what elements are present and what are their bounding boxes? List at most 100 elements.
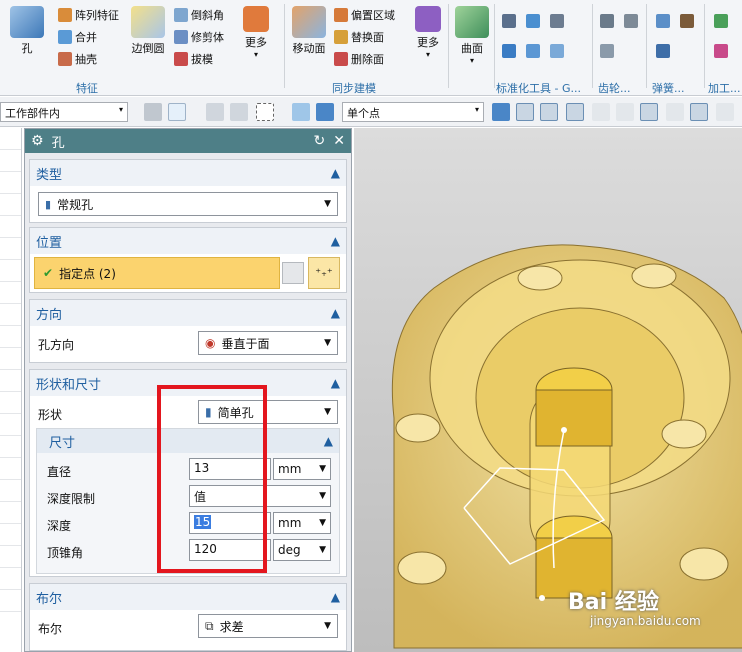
section-header-direction[interactable]: 方向 ▲ bbox=[30, 300, 346, 326]
filter-icon[interactable] bbox=[144, 103, 162, 121]
spring-tool-icon[interactable] bbox=[656, 44, 670, 58]
chevron-up-icon: ▲ bbox=[330, 166, 340, 180]
process-tool-icon[interactable] bbox=[714, 44, 728, 58]
std-tool-icon[interactable] bbox=[550, 44, 564, 58]
section-header-boolean[interactable]: 布尔 ▲ bbox=[30, 584, 346, 610]
chevron-down-icon: ▼ bbox=[324, 621, 331, 631]
chevron-down-icon: ▼ bbox=[319, 491, 326, 501]
chevron-down-icon: ▼ bbox=[319, 518, 326, 528]
arrow-right-icon[interactable] bbox=[492, 103, 510, 121]
point-on-curve-icon[interactable] bbox=[716, 103, 734, 121]
chevron-up-icon: ▲ bbox=[330, 306, 340, 320]
move-face-button[interactable]: 移动面 bbox=[288, 6, 330, 56]
chevron-down-icon: ▼ bbox=[319, 464, 326, 474]
ribbon: 孔 阵列特征 合并 抽壳 特征 边倒圆 倒斜角 修剪体 拔模 更多 ▾ 移动面 偏… bbox=[0, 0, 742, 96]
rectangle-select-icon[interactable] bbox=[256, 103, 274, 121]
snap-point-icon[interactable] bbox=[516, 103, 534, 121]
solid-icon[interactable] bbox=[316, 103, 334, 121]
close-icon[interactable]: ✕ bbox=[333, 133, 345, 149]
sketch-section-icon[interactable] bbox=[282, 262, 304, 284]
spring-tool-icon[interactable] bbox=[656, 14, 670, 28]
center-point-icon[interactable] bbox=[640, 103, 658, 121]
depth-unit-dropdown[interactable]: mm ▼ bbox=[273, 512, 331, 534]
gear-tool-icon[interactable] bbox=[624, 14, 638, 28]
quadrant-icon[interactable] bbox=[666, 103, 684, 121]
specify-point-row[interactable]: ✔ 指定点 (2) bbox=[34, 257, 280, 289]
combine-button[interactable]: 合并 bbox=[58, 28, 97, 46]
std-tool-icon[interactable] bbox=[550, 14, 564, 28]
section-position: 位置 ▲ ✔ 指定点 (2) ⁺₊⁺ bbox=[29, 227, 347, 293]
tip-angle-unit-dropdown[interactable]: deg ▼ bbox=[273, 539, 331, 561]
group-label-feature: 特征 bbox=[76, 82, 98, 95]
group-label-sync: 同步建模 bbox=[332, 82, 376, 95]
array-feature-button[interactable]: 阵列特征 bbox=[58, 6, 119, 24]
view-icon[interactable] bbox=[292, 103, 310, 121]
section-header-type[interactable]: 类型 ▲ bbox=[30, 160, 346, 186]
array-icon bbox=[58, 8, 72, 22]
section-type: 类型 ▲ ▮ 常规孔 ▼ bbox=[29, 159, 347, 223]
part-navigator-strip[interactable] bbox=[0, 128, 22, 652]
move-face-icon bbox=[292, 6, 326, 38]
reset-icon[interactable]: ↻ bbox=[314, 133, 326, 149]
point-type-dropdown[interactable]: 单个点 ▾ bbox=[342, 102, 484, 122]
chevron-down-icon: ▼ bbox=[324, 199, 331, 209]
check-icon: ✔ bbox=[43, 266, 54, 280]
snap-icon[interactable] bbox=[230, 103, 248, 121]
chamfer-icon bbox=[174, 8, 188, 22]
section-header-position[interactable]: 位置 ▲ bbox=[30, 228, 346, 254]
intersection-icon[interactable] bbox=[616, 103, 634, 121]
replace-face-button[interactable]: 替换面 bbox=[334, 28, 384, 46]
boolean-label: 布尔 bbox=[38, 622, 63, 636]
more-button-2[interactable]: 更多 ▾ bbox=[410, 6, 446, 59]
surface-button[interactable]: 曲面 ▾ bbox=[452, 6, 492, 65]
std-tool-icon[interactable] bbox=[502, 44, 516, 58]
delete-face-button[interactable]: 删除面 bbox=[334, 50, 384, 68]
curve-point-icon[interactable] bbox=[592, 103, 610, 121]
hole-type-icon: ▮ bbox=[45, 197, 52, 211]
hole-button[interactable]: 孔 bbox=[2, 6, 52, 56]
std-tool-icon[interactable] bbox=[526, 44, 540, 58]
select-icon[interactable] bbox=[168, 103, 186, 121]
chevron-up-icon: ▲ bbox=[323, 434, 333, 448]
hole-direction-dropdown[interactable]: ◉ 垂直于面 ▼ bbox=[198, 331, 338, 355]
combine-icon bbox=[58, 30, 72, 44]
snap-icon[interactable] bbox=[206, 103, 224, 121]
draft-button[interactable]: 拔模 bbox=[174, 50, 213, 68]
section-boolean: 布尔 ▲ 布尔 ⧉ 求差 ▼ bbox=[29, 583, 347, 651]
chevron-down-icon: ▼ bbox=[324, 338, 331, 348]
group-label-std: 标准化工具 - G... bbox=[496, 82, 581, 95]
more-button-1[interactable]: 更多 ▾ bbox=[238, 6, 274, 59]
edge-blend-icon bbox=[131, 6, 165, 38]
edge-blend-button[interactable]: 边倒圆 bbox=[128, 6, 168, 56]
spring-tool-icon[interactable] bbox=[680, 14, 694, 28]
watermark-url: jingyan.baidu.com bbox=[590, 614, 701, 628]
chamfer-button[interactable]: 倒斜角 bbox=[174, 6, 224, 24]
graphics-viewport[interactable] bbox=[354, 128, 742, 652]
shape-label: 形状 bbox=[38, 408, 63, 422]
std-tool-icon[interactable] bbox=[526, 14, 540, 28]
group-label-spring: 弹簧... bbox=[652, 82, 685, 95]
hole-type-dropdown[interactable]: ▮ 常规孔 ▼ bbox=[38, 192, 338, 216]
gear-icon: ⚙ bbox=[31, 133, 44, 149]
process-tool-icon[interactable] bbox=[714, 14, 728, 28]
diameter-unit-dropdown[interactable]: mm ▼ bbox=[273, 458, 331, 480]
chevron-up-icon: ▲ bbox=[330, 234, 340, 248]
diameter-label: 直径 bbox=[47, 465, 72, 479]
shell-button[interactable]: 抽壳 bbox=[58, 50, 97, 68]
endpoint-icon[interactable] bbox=[540, 103, 558, 121]
boolean-dropdown[interactable]: ⧉ 求差 ▼ bbox=[198, 614, 338, 638]
offset-region-button[interactable]: 偏置区域 bbox=[334, 6, 395, 24]
std-tool-icon[interactable] bbox=[502, 14, 516, 28]
midpoint-icon[interactable] bbox=[566, 103, 584, 121]
point-dialog-icon[interactable]: ⁺₊⁺ bbox=[308, 257, 340, 289]
gear-tool-icon[interactable] bbox=[600, 14, 614, 28]
scope-filter-dropdown[interactable]: 工作部件内 ▾ bbox=[0, 102, 128, 122]
surface-icon bbox=[455, 6, 489, 38]
gear-tool-icon[interactable] bbox=[600, 44, 614, 58]
dialog-title: 孔 bbox=[51, 135, 65, 151]
existing-point-icon[interactable] bbox=[690, 103, 708, 121]
ribbon-separator bbox=[592, 4, 593, 88]
trim-body-button[interactable]: 修剪体 bbox=[174, 28, 224, 46]
watermark: Bai 经验 bbox=[568, 590, 659, 615]
chevron-down-icon: ▼ bbox=[324, 407, 331, 417]
